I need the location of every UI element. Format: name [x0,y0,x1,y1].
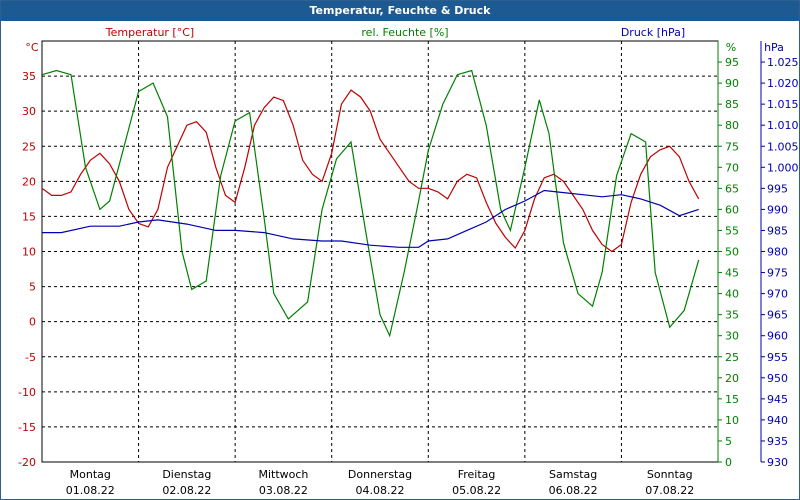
grid-lines [42,41,718,462]
humidity-tick-label: 5 [725,435,732,448]
chart-title: Temperatur, Feuchte & Druck [1,1,799,21]
pressure-tick-label: 1.020 [767,77,799,90]
pressure-tick-label: 1.000 [767,161,799,174]
humidity-tick-label: 70 [725,161,739,174]
humidity-tick-label: 25 [725,351,739,364]
humidity-tick-label: 55 [725,224,739,237]
x-tick-day-label: Montag [70,468,111,481]
pressure-tick-label: 1.005 [767,140,799,153]
humidity-tick-label: 65 [725,182,739,195]
humidity-tick-label: 45 [725,267,739,280]
temperature-tick-label: -20 [18,456,36,469]
x-tick-date-label: 04.08.22 [356,484,405,497]
x-tick-date-label: 06.08.22 [549,484,598,497]
x-tick-day-label: Freitag [458,468,496,481]
x-tick-date-label: 02.08.22 [162,484,211,497]
x-tick-day-label: Mittwoch [258,468,308,481]
temperature-tick-label: -5 [25,351,36,364]
temperature-tick-label: -15 [18,421,36,434]
humidity-tick-label: 35 [725,309,739,322]
pressure-tick-label: 990 [767,203,788,216]
x-tick-date-label: 05.08.22 [452,484,501,497]
temperature-series-label: Temperatur [°C] [105,26,194,39]
humidity-unit: % [726,41,736,54]
pressure-tick-label: 965 [767,309,788,322]
temperature-tick-label: 0 [29,316,36,329]
x-tick-day-label: Samstag [549,468,597,481]
temperature-unit: °C [25,41,39,54]
humidity-tick-label: 30 [725,330,739,343]
series-line-pressure [42,189,699,248]
pressure-tick-label: 950 [767,372,788,385]
pressure-tick-label: 970 [767,288,788,301]
humidity-tick-label: 40 [725,288,739,301]
humidity-tick-label: 90 [725,77,739,90]
temperature-tick-label: -10 [18,386,36,399]
humidity-tick-label: 50 [725,246,739,259]
x-tick-date-label: 01.08.22 [66,484,115,497]
humidity-tick-label: 15 [725,393,739,406]
pressure-tick-label: 930 [767,456,788,469]
humidity-axis: 0 5 10 15 20 25 30 35 40 45 50 55 60 65 70 75 80 85 90 95 [717,41,739,469]
pressure-tick-label: 955 [767,351,788,364]
x-tick-day-label: Donnerstag [348,468,412,481]
humidity-tick-label: 20 [725,372,739,385]
temperature-tick-label: 5 [29,281,36,294]
pressure-tick-label: 945 [767,393,788,406]
humidity-tick-label: 60 [725,203,739,216]
humidity-tick-label: 10 [725,414,739,427]
humidity-tick-label: 0 [725,456,732,469]
pressure-tick-label: 975 [767,267,788,280]
pressure-tick-label: 985 [767,224,788,237]
pressure-tick-label: 960 [767,330,788,343]
humidity-series-label: rel. Feuchte [%] [361,26,448,39]
chart-canvas: -20 -15 -10 -5 0 5 10 15 20 25 30 35 0 5 10 15 20 25 30 35… [18,26,799,497]
temperature-tick-label: 10 [22,246,36,259]
pressure-tick-label: 1.010 [767,119,799,132]
pressure-axis: 930 935 940 945 950 955 960 965 970 975 980 985 990 9… [760,41,799,469]
pressure-tick-label: 1.015 [767,98,799,111]
x-tick-date-label: 03.08.22 [259,484,308,497]
temperature-axis: -20 -15 -10 -5 0 5 10 15 20 25 30 35 [18,70,36,469]
series-line-temperature [41,89,700,253]
pressure-tick-label: 980 [767,246,788,259]
x-tick-day-label: Sonntag [647,468,693,481]
x-tick-day-label: Dienstag [162,468,211,481]
temperature-tick-label: 15 [22,210,36,223]
temperature-tick-label: 20 [22,175,36,188]
pressure-tick-label: 995 [767,182,788,195]
pressure-tick-label: 940 [767,414,788,427]
pressure-tick-label: 935 [767,435,788,448]
humidity-tick-label: 75 [725,140,739,153]
pressure-tick-label: 1.025 [767,56,799,69]
temperature-tick-label: 25 [22,140,36,153]
temperature-tick-label: 35 [22,70,36,83]
temperature-tick-label: 30 [22,105,36,118]
x-tick-date-label: 07.08.22 [645,484,694,497]
pressure-unit: hPa [764,41,784,54]
chart-window: Temperatur, Feuchte & Druck -20 -15 -10 -5 0… [0,0,800,500]
series-layer [41,69,700,338]
humidity-tick-label: 80 [725,119,739,132]
humidity-tick-label: 95 [725,56,739,69]
x-axis: Montag 01.08.22 Dienstag 02.08.22 Mittwoch 03… [66,468,694,497]
pressure-series-label: Druck [hPa] [621,26,685,39]
humidity-tick-label: 85 [725,98,739,111]
